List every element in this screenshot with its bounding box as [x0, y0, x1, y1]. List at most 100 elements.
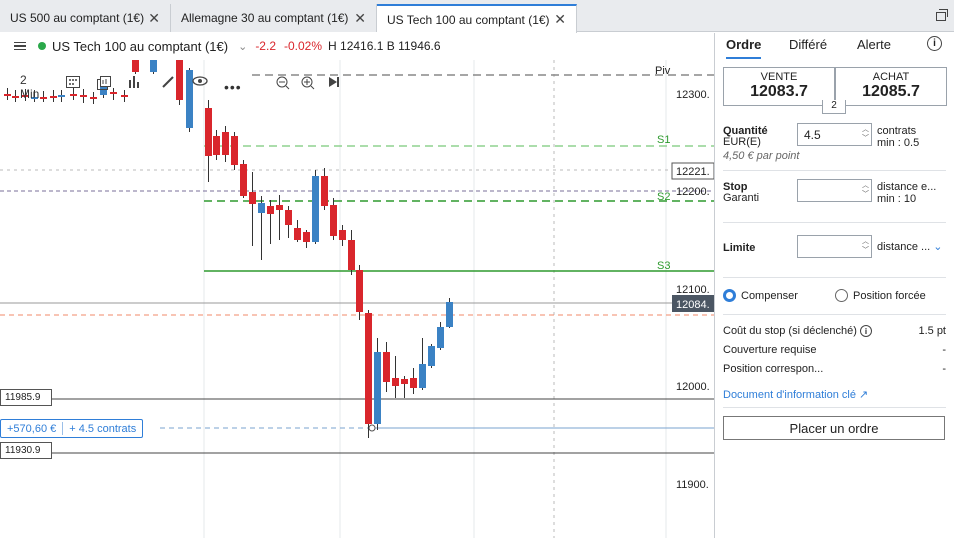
stepper-icon[interactable]: ︿ ﹀	[862, 237, 869, 255]
candle-body	[132, 60, 139, 72]
info-icon[interactable]: i	[859, 325, 872, 337]
position-size: + 4.5 contrats	[69, 422, 137, 435]
chart-canvas[interactable]: Piv S1 S2 S3 12300. 12200. 12100. 12000.…	[0, 60, 714, 538]
position-marker[interactable]	[368, 424, 376, 432]
quantity-input[interactable]: 4.5 ︿ ﹀	[797, 123, 872, 146]
tab-ordre[interactable]: Ordre	[726, 37, 762, 59]
candle-body	[4, 94, 11, 96]
stop-cost-row: Coût du stop (si déclenché) i 1.5 pt	[723, 325, 946, 337]
buy-price: 12085.7	[862, 83, 920, 100]
candle-body	[321, 176, 328, 206]
candle-body	[222, 132, 229, 155]
candle-body	[231, 136, 238, 165]
close-icon[interactable]: ✕	[554, 11, 566, 28]
candle-body	[437, 327, 444, 348]
info-icon[interactable]: i	[927, 36, 942, 51]
limit-note: distance ... ⌄	[877, 241, 943, 253]
tab-us500[interactable]: US 500 au comptant (1€) ✕	[0, 4, 171, 32]
price-tick: 12200.	[676, 186, 710, 198]
candle-body	[205, 108, 212, 156]
candle-body	[80, 95, 87, 97]
candle-body	[58, 95, 65, 97]
candle-body	[40, 97, 47, 99]
radio-selected-icon	[723, 289, 736, 302]
price-tick: 12000.	[676, 381, 710, 393]
candle-body	[12, 96, 19, 98]
tab-differe[interactable]: Différé	[789, 37, 827, 52]
s3-label: S3	[657, 260, 670, 272]
price-tick: 11900.	[676, 479, 709, 491]
candle-body	[383, 352, 390, 382]
position-pl-box[interactable]: +570,60 € + 4.5 contrats	[0, 419, 144, 438]
price-chart[interactable]: Piv S1 S2 S3 12300. 12200. 12100. 12000.…	[0, 60, 714, 538]
chevron-down-icon[interactable]: ⌄	[238, 40, 247, 53]
candle-body	[365, 313, 372, 424]
candle-body	[213, 136, 220, 155]
order-panel: Ordre Différé Alerte i VENTE 12083.7 ACH…	[714, 33, 954, 538]
candle-body	[258, 203, 265, 213]
position-pl: +570,60 €	[7, 422, 57, 435]
candle-body	[90, 97, 97, 99]
buy-button[interactable]: ACHAT 12085.7	[835, 67, 947, 106]
candle-body	[176, 60, 183, 100]
close-icon[interactable]: ✕	[148, 10, 160, 27]
candle-body	[410, 378, 417, 388]
stepper-icon[interactable]: ︿ ﹀	[862, 125, 869, 143]
interval-selector[interactable]: 2 Min	[20, 73, 39, 101]
candle-body	[70, 94, 77, 96]
limit-input[interactable]: ︿ ﹀	[797, 235, 872, 258]
s1-label: S1	[657, 134, 670, 146]
box-low-label: 11930.9	[0, 442, 52, 459]
candle-body	[330, 205, 337, 236]
place-order-button[interactable]: Placer un ordre	[723, 416, 945, 440]
candle-body	[267, 206, 274, 214]
sell-label: VENTE	[760, 71, 798, 83]
market-open-indicator	[38, 42, 46, 50]
candle-body	[401, 379, 408, 384]
chevron-down-icon[interactable]: ⌄	[933, 241, 942, 253]
radio-unselected-icon	[835, 289, 848, 302]
position-row: Position correspon... -	[723, 363, 946, 375]
sell-button[interactable]: VENTE 12083.7	[723, 67, 835, 106]
candle-body	[121, 95, 128, 97]
limit-label: Limite	[723, 242, 756, 254]
stepper-icon[interactable]: ︿ ﹀	[862, 181, 869, 199]
tab-allemagne30[interactable]: Allemagne 30 au comptant (1€) ✕	[171, 4, 377, 32]
radio-position-forcee[interactable]: Position forcée	[835, 289, 926, 302]
candle-body	[303, 232, 310, 242]
candle-body	[446, 302, 453, 327]
stop-input[interactable]: ︿ ﹀	[797, 179, 872, 202]
restore-window-icon[interactable]	[936, 9, 948, 21]
candle-body	[276, 205, 283, 210]
box-high-label: 11985.9	[0, 389, 52, 406]
tab-label: Allemagne 30 au comptant (1€)	[181, 11, 349, 25]
price-tick: 12300.	[676, 89, 710, 101]
quantity-label: Quantité EUR(E)	[723, 125, 768, 148]
candles	[4, 60, 453, 438]
tab-ustech100[interactable]: US Tech 100 au comptant (1€) ✕	[377, 4, 577, 33]
candle-body	[285, 210, 292, 225]
menu-icon[interactable]	[14, 41, 26, 51]
tab-label: US 500 au comptant (1€)	[10, 11, 145, 25]
candle-body	[419, 364, 426, 388]
candle-body	[356, 270, 363, 312]
price-change: -2.2	[255, 39, 276, 53]
candle-body	[240, 164, 247, 196]
tab-alerte[interactable]: Alerte	[857, 37, 891, 52]
candle-body	[150, 60, 157, 72]
external-link-icon: ↗	[859, 389, 869, 401]
instrument-header: US Tech 100 au comptant (1€) ⌄ -2.2 -0.0…	[0, 33, 714, 59]
margin-row: Couverture requise -	[723, 344, 946, 356]
more-icon[interactable]: •••	[224, 76, 242, 98]
candle-body	[312, 176, 319, 242]
radio-compenser[interactable]: Compenser	[723, 289, 798, 302]
price-tick: 12100.	[676, 284, 710, 296]
close-icon[interactable]: ✕	[354, 10, 366, 27]
s2-label: S2	[657, 191, 670, 203]
stop-label: Stop Garanti	[723, 181, 760, 204]
order-panel-tabs: Ordre Différé Alerte i	[715, 33, 954, 61]
current-price-tag-text: 12084.	[676, 299, 710, 311]
spread: 2	[822, 100, 846, 114]
kid-document-link[interactable]: Document d'information clé ↗	[723, 388, 868, 401]
instrument-title[interactable]: US Tech 100 au comptant (1€)	[52, 39, 228, 54]
